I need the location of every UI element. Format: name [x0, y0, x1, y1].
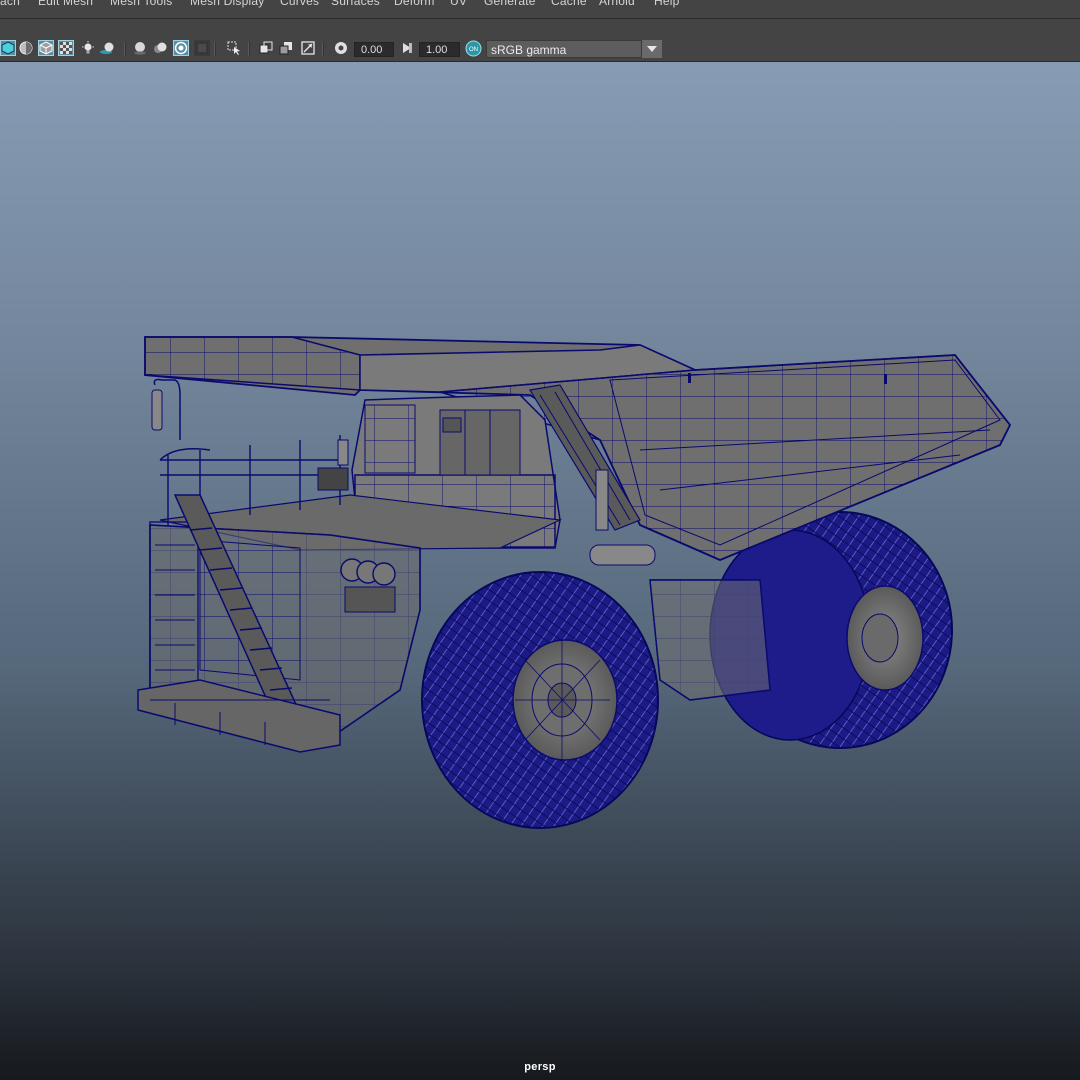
wireframe-on-shaded-icon[interactable] — [38, 40, 54, 56]
anti-aliasing-icon[interactable] — [173, 40, 189, 56]
dump-truck-wireframe-model — [137, 336, 1012, 829]
view-transform-badge-text: ON — [469, 47, 478, 53]
gamma-field[interactable]: 1.00 — [419, 42, 460, 57]
menu-mesh-display[interactable]: Mesh Display — [190, 0, 264, 8]
exposure-field[interactable]: 0.00 — [354, 42, 394, 57]
lights-bulb-icon[interactable] — [80, 40, 96, 56]
menu-mesh[interactable]: ach — [0, 0, 20, 8]
camera-name-label: persp — [524, 1061, 556, 1073]
ambient-occlusion-icon[interactable] — [132, 40, 148, 56]
menu-help[interactable]: Help — [654, 0, 679, 8]
front-tire — [421, 571, 659, 829]
xray-icon[interactable] — [258, 40, 274, 56]
menu-curves[interactable]: Curves — [280, 0, 319, 8]
menu-edit-mesh[interactable]: Edit Mesh — [38, 0, 93, 8]
shaded-cube-icon[interactable] — [0, 40, 16, 56]
backface-culling-icon[interactable] — [300, 40, 316, 56]
viewport-panel-toolbar: 0.00 1.00 ON sRGB gamma — [0, 19, 1080, 62]
menu-surfaces[interactable]: Surfaces — [331, 0, 380, 8]
color-space-dropdown[interactable]: sRGB gamma — [486, 40, 662, 58]
motion-blur-icon[interactable] — [152, 40, 168, 56]
exposure-aperture-icon[interactable] — [333, 40, 349, 56]
perspective-viewport[interactable]: persp — [0, 62, 1080, 1080]
textured-checker-icon[interactable] — [58, 40, 74, 56]
isolate-select-icon[interactable] — [226, 40, 242, 56]
view-transform-toggle[interactable]: ON — [465, 40, 482, 57]
menu-arnold[interactable]: Arnold — [599, 0, 635, 8]
gamma-icon[interactable] — [399, 40, 415, 56]
main-menu-bar: ach Edit Mesh Mesh Tools Mesh Display Cu… — [0, 0, 1080, 19]
depth-of-field-icon[interactable] — [194, 40, 210, 56]
menu-cache[interactable]: Cache — [551, 0, 587, 8]
menu-generate[interactable]: Generate — [484, 0, 536, 8]
menu-mesh-tools[interactable]: Mesh Tools — [110, 0, 172, 8]
menu-deform[interactable]: Deform — [394, 0, 435, 8]
menu-uv[interactable]: UV — [450, 0, 467, 8]
smooth-shade-sphere-icon[interactable] — [18, 40, 34, 56]
chevron-down-icon[interactable] — [641, 40, 662, 58]
shadows-sphere-icon[interactable] — [100, 40, 116, 56]
xray-joints-icon[interactable] — [278, 40, 294, 56]
